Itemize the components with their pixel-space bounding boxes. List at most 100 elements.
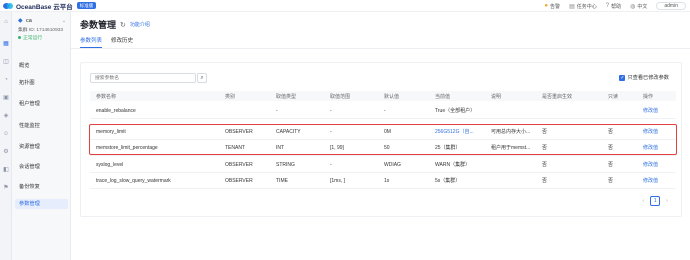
brand-name: OceanBase 云平台 bbox=[16, 3, 73, 11]
highlight-box bbox=[89, 124, 677, 155]
nav-backup-restore[interactable]: 备份恢复 bbox=[19, 183, 40, 190]
param-restart: 否 bbox=[542, 162, 548, 168]
tenant-icon[interactable]: ◫ bbox=[2, 58, 10, 66]
column-header: 操作 bbox=[643, 93, 654, 100]
search-icon[interactable]: ⌕ bbox=[197, 73, 207, 83]
feature-intro-link[interactable]: 功能介绍 bbox=[130, 21, 150, 28]
cluster-logo-icon: ◆ bbox=[18, 18, 23, 24]
param-name: enable_rebalance bbox=[96, 107, 136, 114]
param-type: TIME bbox=[276, 177, 288, 184]
nav-session-management[interactable]: 会话管理 bbox=[19, 163, 40, 170]
diagnostic-icon[interactable]: ◈ bbox=[2, 112, 10, 120]
status-dot-icon bbox=[18, 36, 21, 39]
backup-icon[interactable]: ▣ bbox=[2, 94, 10, 102]
next-page-button[interactable]: › bbox=[666, 198, 668, 204]
help-menu[interactable]: ? 帮助 bbox=[606, 3, 621, 10]
system-icon[interactable]: ⚑ bbox=[2, 184, 10, 192]
brand-logo[interactable]: OceanBase 云平台 标准版 bbox=[3, 1, 97, 11]
param-readonly: 否 bbox=[608, 178, 614, 184]
nav-tenant-management[interactable]: 租户管理 bbox=[19, 100, 40, 107]
table-header: 参数名称 类别 取值类型 取值范围 默认值 当前值 说明 是否重启生效 只读 操… bbox=[90, 91, 676, 101]
page-title: 参数管理 bbox=[80, 20, 117, 30]
tab-divider bbox=[71, 48, 690, 49]
checkbox-checked-icon[interactable]: ✓ bbox=[619, 74, 626, 81]
param-readonly: 否 bbox=[608, 162, 614, 168]
param-current: True（全部租户） bbox=[435, 108, 476, 114]
user-menu[interactable]: admin bbox=[656, 2, 686, 10]
page-number-current[interactable]: 1 bbox=[650, 196, 661, 206]
user-icon[interactable]: ☺ bbox=[2, 130, 10, 138]
alert-menu[interactable]: ● 告警 bbox=[544, 3, 560, 10]
package-icon[interactable]: ◧ bbox=[2, 166, 10, 174]
main-content: 参数管理 ↻ 功能介绍 参数列表 修改历史 ⌕ ✓ 只查看已修改参数 参数名称 … bbox=[71, 12, 690, 260]
nav-overview[interactable]: 概览 bbox=[19, 62, 29, 69]
param-current: 5s（集群） bbox=[435, 178, 461, 184]
bell-icon: ● bbox=[544, 3, 549, 9]
table-row: enable_rebalance - - - True（全部租户） 修改值 bbox=[90, 103, 676, 119]
table-row: trace_log_slow_query_watermark OBSERVER … bbox=[90, 173, 676, 189]
parameter-card: ⌕ ✓ 只查看已修改参数 参数名称 类别 取值类型 取值范围 默认值 当前值 说… bbox=[80, 62, 682, 217]
table-row: syslog_level OBSERVER STRING - WDIAG WAR… bbox=[90, 157, 676, 173]
nav-parameter-management[interactable]: 参数管理 bbox=[15, 199, 68, 209]
param-name: trace_log_slow_query_watermark bbox=[96, 177, 171, 184]
param-restart: 否 bbox=[542, 178, 548, 184]
tab-modify-history[interactable]: 修改历史 bbox=[111, 36, 133, 48]
column-header: 当前值 bbox=[435, 93, 451, 100]
column-header: 说明 bbox=[491, 93, 502, 100]
nav-resource-management[interactable]: 资源管理 bbox=[19, 143, 40, 150]
param-category: OBSERVER bbox=[225, 177, 253, 184]
monitor-icon[interactable]: ◔ bbox=[2, 76, 10, 84]
only-modified-label: 只查看已修改参数 bbox=[627, 75, 669, 81]
column-header: 是否重启生效 bbox=[542, 93, 573, 100]
cluster-status: 正常运行 bbox=[18, 34, 70, 41]
column-header: 参数名称 bbox=[96, 93, 117, 100]
chevron-down-icon: ⌄ bbox=[61, 18, 67, 24]
param-current: WARN（集群） bbox=[435, 162, 471, 168]
edition-badge: 标准版 bbox=[76, 2, 97, 9]
search-input[interactable] bbox=[90, 73, 196, 83]
param-default: 1s bbox=[384, 177, 390, 184]
task-center-menu[interactable]: ▤ 任务中心 bbox=[569, 3, 597, 10]
nav-performance-monitor[interactable]: 性能监控 bbox=[19, 122, 40, 129]
param-category: OBSERVER bbox=[225, 161, 253, 168]
task-icon: ▤ bbox=[569, 3, 575, 10]
tab-bar: 参数列表 修改历史 bbox=[80, 36, 133, 48]
prev-page-button[interactable]: ‹ bbox=[642, 198, 644, 204]
column-header: 只读 bbox=[608, 93, 619, 100]
cluster-name: ca bbox=[26, 18, 32, 24]
column-header: 类别 bbox=[225, 93, 236, 100]
home-icon[interactable]: ⌂ bbox=[2, 18, 10, 26]
column-header: 默认值 bbox=[384, 93, 400, 100]
pagination: ‹ 1 › bbox=[642, 196, 668, 206]
tab-parameter-list[interactable]: 参数列表 bbox=[80, 36, 103, 48]
top-bar: OceanBase 云平台 标准版 ● 告警 ▤ 任务中心 ? 帮助 ◍ 中文 admi… bbox=[0, 0, 690, 12]
nav-topology[interactable]: 拓扑图 bbox=[19, 79, 35, 86]
refresh-icon[interactable]: ↻ bbox=[120, 21, 126, 29]
column-header: 取值类型 bbox=[276, 93, 297, 100]
modify-value-link[interactable]: 修改值 bbox=[643, 103, 658, 118]
cluster-id: 集群 ID: 1714610933 bbox=[18, 28, 64, 33]
cluster-icon[interactable]: ▦ bbox=[2, 40, 10, 48]
column-header: 取值范围 bbox=[330, 93, 351, 100]
only-modified-filter[interactable]: ✓ 只查看已修改参数 bbox=[619, 74, 669, 81]
help-icon: ? bbox=[605, 3, 610, 9]
param-default: WDIAG bbox=[384, 161, 401, 168]
oceanbase-logo-icon bbox=[3, 2, 13, 10]
cluster-subnav: ◆ ca ⌄ 集群 ID: 1714610933 正常运行 概览 拓扑图 租户管… bbox=[12, 12, 71, 260]
globe-icon: ◍ bbox=[630, 3, 636, 10]
param-range: - bbox=[330, 161, 332, 168]
cluster-header: ◆ ca ⌄ 集群 ID: 1714610933 正常运行 bbox=[12, 12, 70, 41]
param-default: - bbox=[384, 107, 386, 114]
settings-icon[interactable]: ⚙ bbox=[2, 148, 10, 156]
modify-value-link[interactable]: 修改值 bbox=[643, 157, 658, 172]
param-name: syslog_level bbox=[96, 161, 124, 168]
param-range: [1ms, ] bbox=[330, 177, 346, 184]
icon-rail: ⌂ ▦ ◫ ◔ ▣ ◈ ☺ ⚙ ◧ ⚑ bbox=[0, 12, 12, 260]
param-range: - bbox=[330, 107, 332, 114]
modify-value-link[interactable]: 修改值 bbox=[643, 173, 658, 188]
param-type: STRING bbox=[276, 161, 295, 168]
cluster-switcher[interactable]: ◆ ca ⌄ bbox=[18, 18, 70, 24]
language-menu[interactable]: ◍ 中文 bbox=[630, 3, 647, 10]
param-type: - bbox=[276, 107, 278, 114]
page-title-row: 参数管理 ↻ 功能介绍 bbox=[80, 18, 150, 31]
